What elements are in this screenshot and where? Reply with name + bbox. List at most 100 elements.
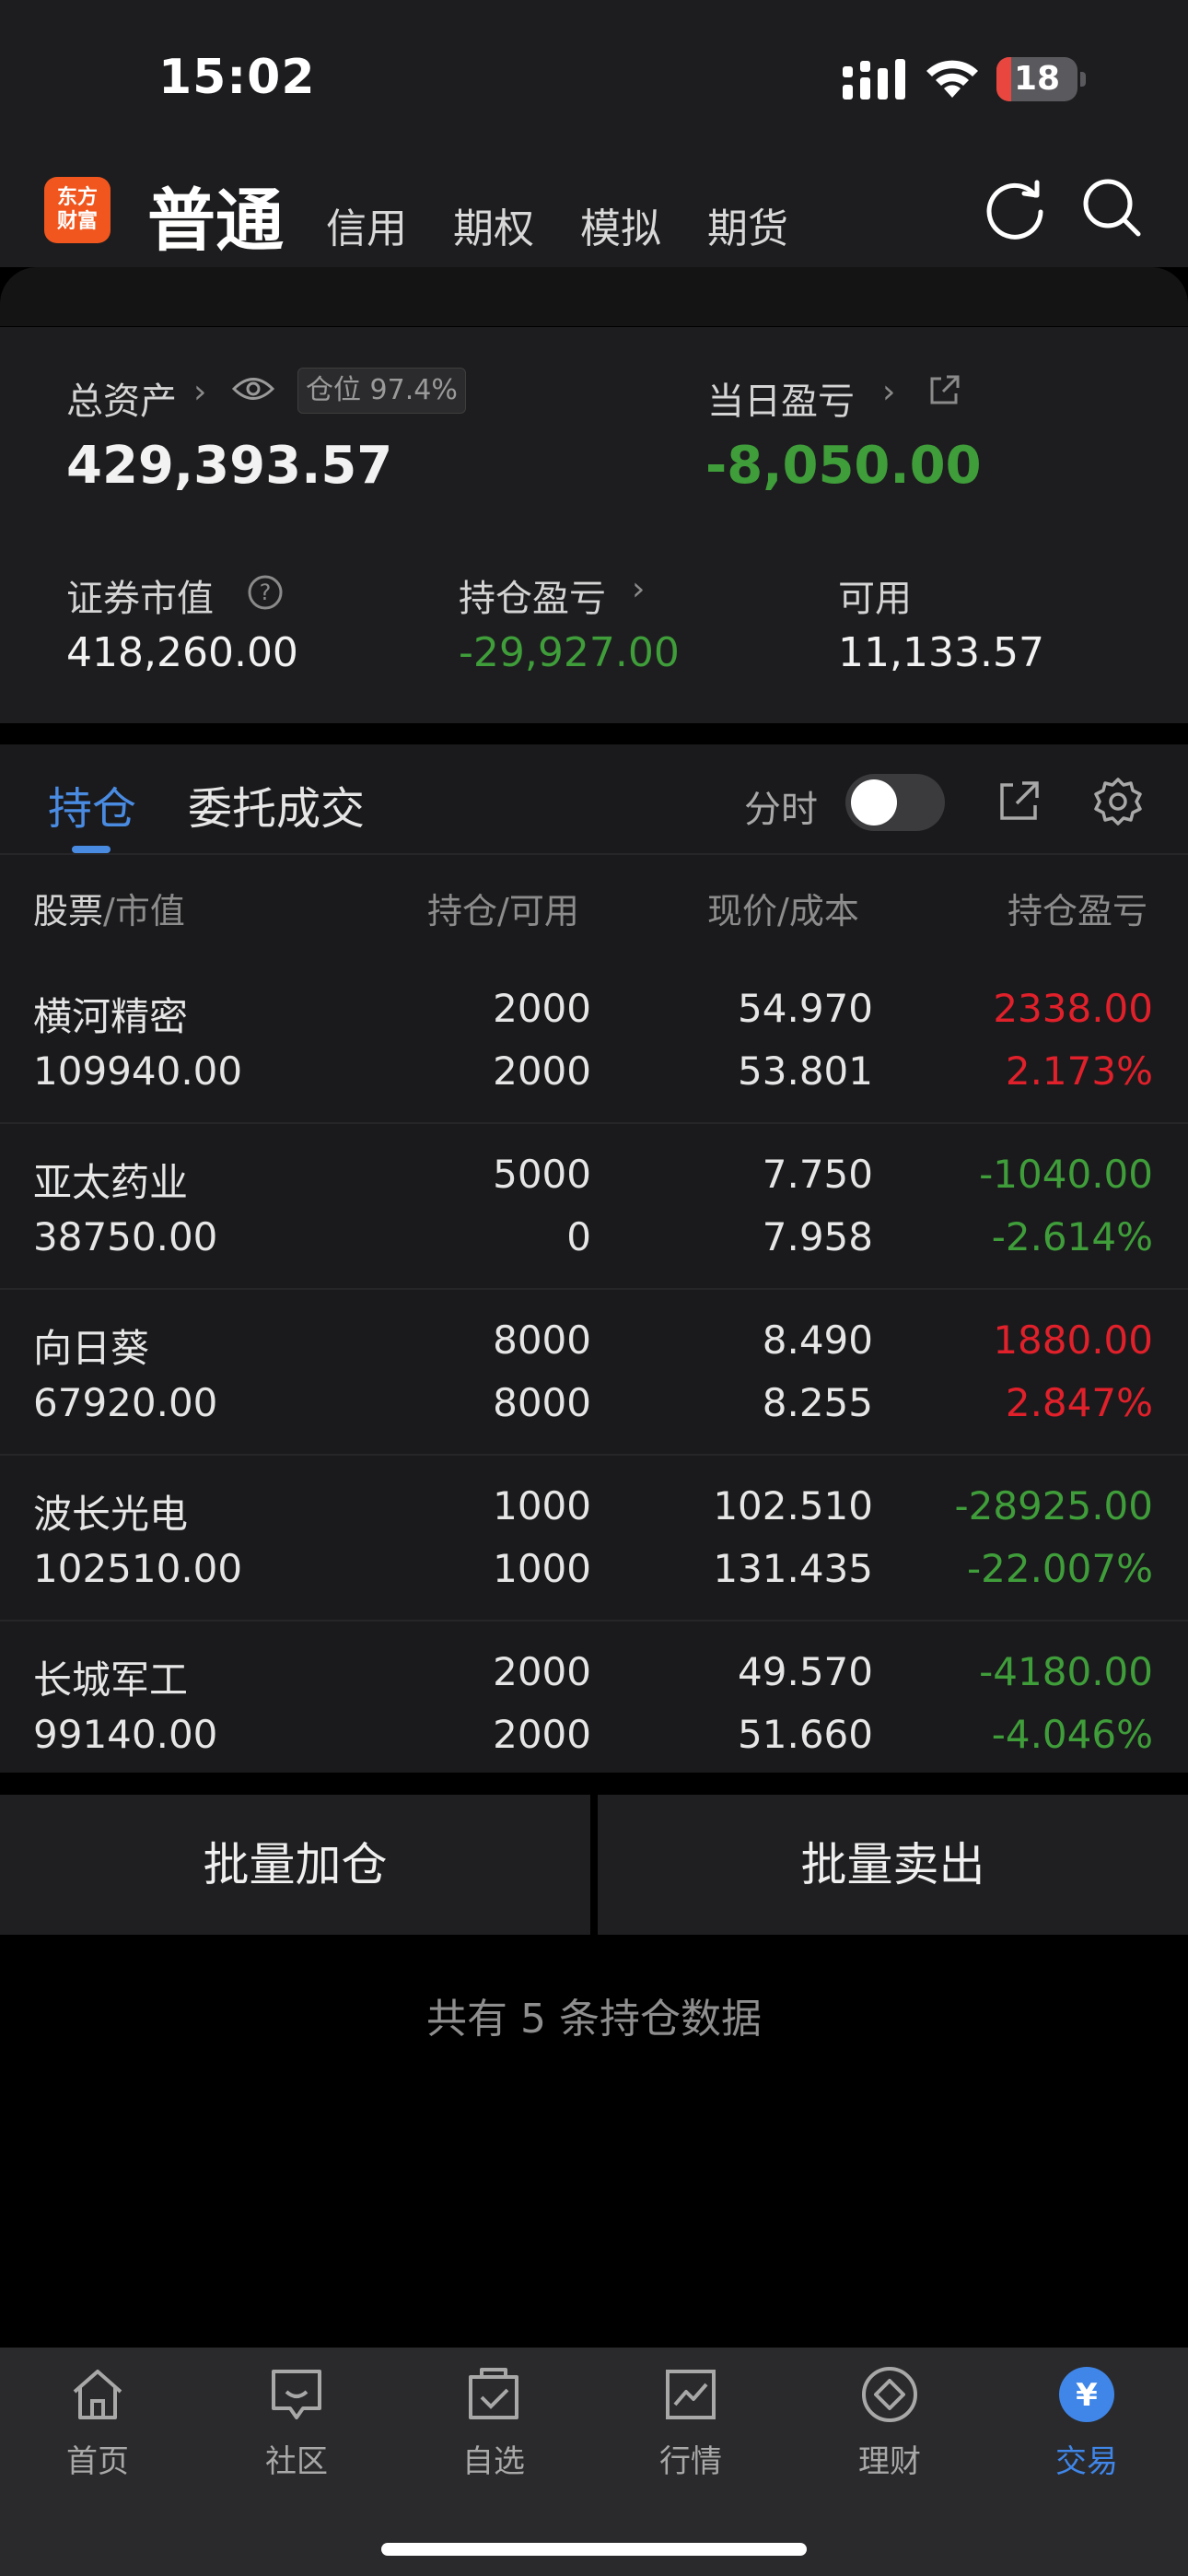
status-bar: 15:02 18 — [0, 0, 1188, 157]
external-link-icon[interactable] — [928, 373, 961, 406]
logo-text-line2: 财富 — [56, 210, 98, 233]
stock-market-value: 67920.00 — [33, 1380, 218, 1425]
cellular-signal-icon — [843, 59, 905, 100]
total-assets-label[interactable]: 总资产 — [66, 371, 177, 425]
home-icon — [73, 2370, 122, 2419]
tab-futures[interactable]: 期货 — [707, 195, 788, 254]
holding-quantity: 1000 — [493, 1483, 591, 1528]
tab-positions[interactable]: 持仓 — [48, 772, 136, 837]
divider — [0, 853, 1188, 855]
svg-text:¥: ¥ — [1076, 2377, 1098, 2414]
stock-market-value: 99140.00 — [33, 1712, 218, 1757]
tabbar-label: 行情 — [659, 2443, 722, 2480]
holding-row[interactable]: 亚太药业 38750.00 5000 0 7.750 7.958 -1040.0… — [0, 1124, 1188, 1290]
current-price: 102.510 — [713, 1483, 873, 1528]
batch-actions: 批量加仓 批量卖出 — [0, 1795, 1188, 1935]
holding-pnl-value: -29,927.00 — [459, 629, 680, 676]
holding-pnl-percent: -4.046% — [991, 1712, 1153, 1757]
stock-market-value: 38750.00 — [33, 1214, 218, 1259]
tabbar-watchlist[interactable]: 自选 — [420, 2364, 567, 2493]
tabbar-label: 自选 — [462, 2443, 525, 2480]
tabbar-wealth[interactable]: 理财 — [816, 2364, 963, 2493]
daily-pnl-label[interactable]: 当日盈亏 — [707, 371, 855, 425]
cost-price: 7.958 — [762, 1214, 873, 1259]
trade-icon: ¥ — [1059, 2367, 1114, 2422]
holding-quantity: 2000 — [493, 986, 591, 1031]
tabbar-trade[interactable]: ¥ 交易 — [1013, 2364, 1160, 2493]
search-icon[interactable] — [1079, 175, 1144, 240]
stock-name: 亚太药业 — [33, 1160, 189, 1205]
available-value: 11,133.57 — [838, 629, 1044, 676]
bottom-tab-bar: 首页 社区 自选 行情 理财 ¥ 交易 — [0, 2348, 1188, 2576]
header-holding-pnl: 持仓盈亏 — [1007, 891, 1148, 931]
chevron-right-icon: › — [193, 373, 207, 411]
tabbar-home[interactable]: 首页 — [24, 2364, 171, 2493]
holding-pnl: -1040.00 — [979, 1152, 1153, 1197]
holding-pnl-percent: 2.847% — [1005, 1380, 1153, 1425]
account-type-nav: 东方 财富 普通 信用 期权 模拟 期货 — [0, 157, 1188, 267]
holding-quantity: 2000 — [493, 1649, 591, 1694]
timeshare-label: 分时 — [744, 789, 818, 831]
holding-quantity: 5000 — [493, 1152, 591, 1197]
tabbar-label: 首页 — [66, 2443, 129, 2480]
stock-name: 波长光电 — [33, 1492, 189, 1537]
batch-sell-button[interactable]: 批量卖出 — [598, 1795, 1188, 1935]
header-price: 现价/成本 — [707, 891, 859, 931]
available-quantity: 1000 — [493, 1546, 591, 1591]
holding-pnl-percent: -2.614% — [991, 1214, 1153, 1259]
share-icon[interactable] — [996, 778, 1042, 824]
market-icon — [666, 2370, 716, 2419]
tab-credit[interactable]: 信用 — [326, 195, 407, 254]
tab-orders[interactable]: 委托成交 — [188, 772, 365, 837]
toggle-knob — [851, 779, 897, 825]
tab-options[interactable]: 期权 — [453, 195, 534, 254]
current-price: 7.750 — [762, 1152, 873, 1197]
holding-row[interactable]: 波长光电 102510.00 1000 1000 102.510 131.435… — [0, 1456, 1188, 1622]
timeshare-toggle[interactable] — [845, 774, 945, 831]
market-value: 418,260.00 — [66, 629, 298, 676]
stock-name: 向日葵 — [33, 1326, 150, 1371]
tab-normal-account[interactable]: 普通 — [147, 166, 284, 264]
holding-pnl-label[interactable]: 持仓盈亏 — [459, 568, 606, 622]
current-price: 49.570 — [738, 1649, 873, 1694]
gear-icon[interactable] — [1092, 776, 1144, 827]
holding-row[interactable]: 向日葵 67920.00 8000 8000 8.490 8.255 1880.… — [0, 1290, 1188, 1456]
stock-market-value: 102510.00 — [33, 1546, 243, 1591]
holding-row[interactable]: 横河精密 109940.00 2000 2000 54.970 53.801 2… — [0, 958, 1188, 1124]
holding-row[interactable]: 长城军工 99140.00 2000 2000 49.570 51.660 -4… — [0, 1622, 1188, 1787]
current-price: 54.970 — [738, 986, 873, 1031]
wealth-icon — [862, 2367, 917, 2422]
cost-price: 51.660 — [738, 1712, 873, 1757]
chevron-right-icon: › — [882, 373, 896, 411]
holding-pnl: -28925.00 — [954, 1483, 1153, 1528]
batch-buy-button[interactable]: 批量加仓 — [0, 1795, 590, 1935]
tabbar-market[interactable]: 行情 — [617, 2364, 764, 2493]
eye-icon[interactable] — [232, 375, 274, 403]
available-quantity: 2000 — [493, 1048, 591, 1094]
available-label: 可用 — [838, 578, 912, 620]
battery-icon: 18 — [996, 57, 1086, 101]
header-stock: 股票/市值 — [33, 891, 185, 931]
tabbar-label: 社区 — [265, 2443, 328, 2480]
help-icon[interactable]: ? — [247, 574, 284, 611]
stock-market-value: 109940.00 — [33, 1048, 243, 1094]
position-ratio-badge: 仓位 97.4% — [297, 368, 466, 414]
cost-price: 53.801 — [738, 1048, 873, 1094]
cost-price: 8.255 — [762, 1380, 873, 1425]
holding-pnl: 2338.00 — [993, 986, 1153, 1031]
tab-indicator — [72, 846, 111, 853]
home-indicator — [381, 2543, 807, 2556]
holding-pnl-percent: -22.007% — [966, 1546, 1153, 1591]
svg-text:?: ? — [260, 580, 272, 605]
holding-pnl-percent: 2.173% — [1005, 1048, 1153, 1094]
refresh-icon[interactable] — [984, 177, 1046, 240]
cost-price: 131.435 — [713, 1546, 873, 1591]
chevron-right-icon: › — [632, 570, 646, 608]
tabbar-community[interactable]: 社区 — [223, 2364, 370, 2493]
available-quantity: 8000 — [493, 1380, 591, 1425]
watchlist-icon — [469, 2368, 518, 2419]
tabbar-label: 交易 — [1055, 2443, 1118, 2480]
tab-simulation[interactable]: 模拟 — [580, 195, 661, 254]
logo-text-line1: 东方 — [56, 186, 98, 209]
available-quantity: 0 — [566, 1214, 591, 1259]
